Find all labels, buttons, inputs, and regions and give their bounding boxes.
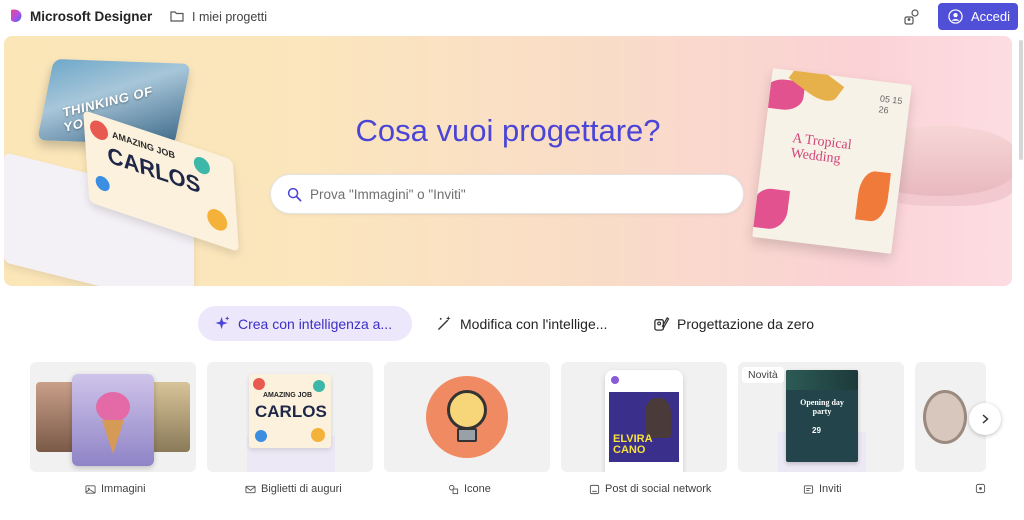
search-icon: [287, 187, 302, 201]
invite-title: Opening day party: [800, 398, 844, 416]
page-scrollbar[interactable]: [1019, 40, 1023, 160]
category-label-invitations-text: Inviti: [819, 483, 842, 495]
designer-logo-icon: [11, 9, 22, 23]
tab-edit-with-ai-label: Modifica con l'intellige...: [460, 315, 608, 332]
tab-design-from-scratch[interactable]: Progettazione da zero: [653, 306, 814, 341]
tab-design-from-scratch-label: Progettazione da zero: [677, 315, 814, 332]
shapes-icon: [448, 484, 459, 494]
chevron-right-icon: [982, 414, 989, 424]
category-card-social-posts[interactable]: ELVIRA CANO: [561, 362, 727, 472]
lightbulb-illustration: [426, 376, 508, 458]
signin-button[interactable]: Accedi: [938, 3, 1018, 30]
tab-create-with-ai[interactable]: Crea con intelligenza a...: [198, 306, 412, 341]
hero-title: Cosa vuoi progettare?: [355, 113, 661, 148]
design-icon: [654, 316, 670, 331]
category-label-social-posts[interactable]: Post di social network: [589, 482, 711, 496]
category-card-greeting-cards[interactable]: AMAZING JOB CARLOS: [207, 362, 373, 472]
greeting-card-title: CARLOS: [255, 402, 327, 421]
search-bar[interactable]: [270, 174, 744, 214]
category-label-invitations[interactable]: Inviti: [803, 482, 842, 496]
folder-icon[interactable]: [170, 10, 184, 22]
social-post-name: ELVIRA CANO: [613, 433, 653, 456]
category-label-greeting-cards-text: Biglietti di auguri: [261, 483, 342, 495]
my-projects-link[interactable]: I miei progetti: [192, 10, 267, 24]
magic-wand-icon: [438, 315, 451, 330]
image-icon: [85, 484, 96, 494]
mail-icon: [245, 485, 256, 493]
tab-edit-with-ai[interactable]: Modifica con l'intellige...: [436, 306, 607, 341]
category-card-icons[interactable]: [384, 362, 550, 472]
hero-banner: THINKING OF YOU AMAZING JOB CARLOS 05 15…: [4, 36, 1012, 286]
invite-day: 29: [812, 426, 821, 435]
category-card-images[interactable]: [30, 362, 196, 472]
wedding-invite-card: 05 15 26 A Tropical Wedding: [752, 68, 912, 254]
top-bar: Microsoft Designer I miei progetti Acced…: [0, 0, 1024, 34]
people-share-icon[interactable]: [903, 8, 921, 26]
category-label-greeting-cards[interactable]: Biglietti di auguri: [245, 482, 342, 496]
sparkle-icon: [215, 315, 230, 330]
ice-cream-image: [72, 374, 154, 466]
social-post-icon: [589, 484, 600, 494]
category-label-icons[interactable]: Icone: [448, 482, 491, 496]
category-label-images-text: Immagini: [101, 483, 146, 495]
invitation-icon: [803, 484, 814, 494]
app-title[interactable]: Microsoft Designer: [30, 9, 152, 24]
sticker-icon[interactable]: [975, 483, 986, 494]
new-badge: Novità: [742, 367, 784, 383]
search-input[interactable]: [310, 186, 710, 202]
user-icon: [948, 9, 963, 24]
tab-create-with-ai-label: Crea con intelligenza a...: [238, 315, 393, 332]
greeting-card-subtitle: AMAZING JOB: [263, 392, 312, 399]
carousel-next-button[interactable]: [969, 403, 1001, 435]
category-label-icons-text: Icone: [464, 483, 491, 495]
category-label-images[interactable]: Immagini: [85, 482, 146, 496]
category-label-social-posts-text: Post di social network: [605, 483, 712, 495]
signin-label: Accedi: [971, 9, 1011, 24]
